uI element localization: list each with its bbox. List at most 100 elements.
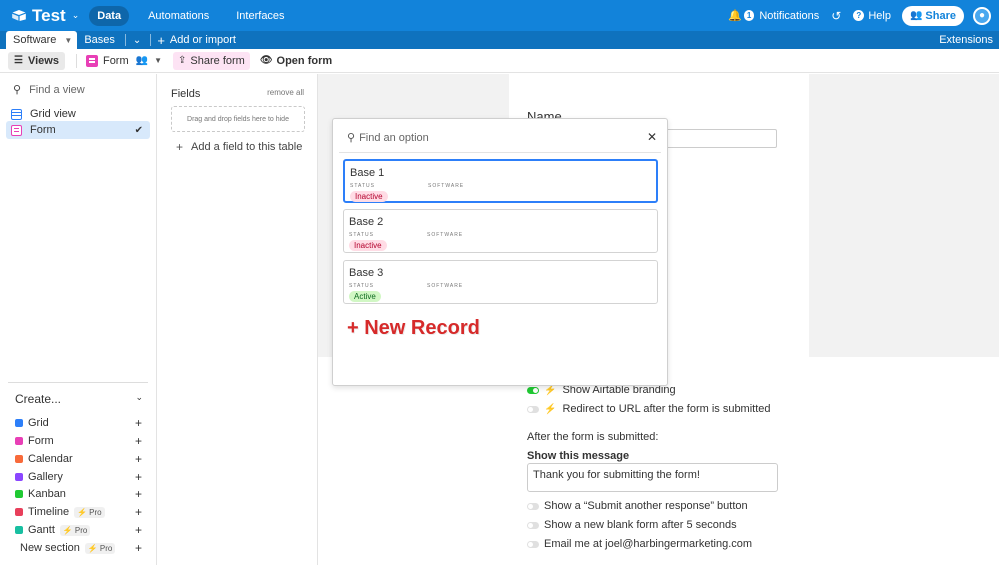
- open-form-button[interactable]: 👁 Open form: [260, 55, 332, 67]
- tab-bases[interactable]: Bases: [77, 31, 122, 49]
- redirect-url-option[interactable]: ⚡ Redirect to URL after the form is subm…: [527, 403, 771, 415]
- new-record-button[interactable]: + New Record: [347, 317, 480, 340]
- hidden-fields-panel: Fields remove all Drag and drop fields h…: [158, 74, 318, 565]
- more-tables-chevron-icon[interactable]: ⌄: [133, 35, 141, 46]
- field-drop-zone[interactable]: Drag and drop fields here to hide: [171, 106, 305, 132]
- find-option-placeholder: Find an option: [359, 131, 429, 144]
- top-bar: Test ⌄ Data Automations Interfaces 🔔 1 N…: [0, 0, 999, 31]
- nav-interfaces[interactable]: Interfaces: [228, 6, 292, 26]
- sidebar-item-form[interactable]: Form ✔: [6, 121, 150, 139]
- software-field-label: SOFTWARE: [427, 283, 464, 289]
- divider: [8, 382, 148, 383]
- current-view-name[interactable]: Form 👥 ▼: [85, 54, 162, 67]
- blank-form-toggle[interactable]: [527, 521, 539, 529]
- show-message-label: Show this message: [527, 450, 630, 462]
- option-label: Show a new blank form after 5 seconds: [544, 519, 737, 531]
- eye-icon: 👁: [259, 55, 273, 66]
- plus-icon: +: [134, 470, 142, 484]
- add-or-import-button[interactable]: + Add or import: [157, 33, 236, 48]
- share-label: Share: [925, 9, 956, 22]
- form-view-icon: [11, 124, 22, 136]
- form-icon: [15, 437, 23, 445]
- add-or-import-label: Add or import: [169, 34, 236, 46]
- chevron-down-icon[interactable]: ▼: [64, 36, 72, 45]
- create-item-label: Kanban: [28, 488, 66, 500]
- email-me-toggle[interactable]: [527, 540, 539, 548]
- plus-icon: +: [134, 541, 142, 555]
- submit-another-option[interactable]: Show a “Submit another response” button: [527, 500, 748, 512]
- record-picker-dropdown: ⚲ Find an option ✕ Base 1 STATUS SOFTWAR…: [332, 118, 668, 386]
- extensions-button[interactable]: Extensions: [939, 34, 993, 46]
- tab-software[interactable]: Software ▼: [6, 31, 78, 49]
- create-item-label: Form: [28, 435, 54, 447]
- create-gantt-button[interactable]: Gantt ⚡ Pro +: [15, 523, 142, 537]
- software-field-label: SOFTWARE: [427, 232, 464, 238]
- remove-all-link[interactable]: remove all: [267, 88, 304, 97]
- views-toggle-button[interactable]: ☰ Views: [8, 51, 65, 70]
- chevron-down-icon[interactable]: ▼: [154, 56, 162, 65]
- gantt-icon: [15, 526, 23, 534]
- email-me-option[interactable]: Email me at joel@harbingermarketing.com: [527, 538, 752, 550]
- timeline-icon: [15, 508, 23, 516]
- notifications-button[interactable]: 🔔 1 Notifications: [728, 9, 820, 23]
- status-badge: Active: [349, 291, 381, 302]
- record-option[interactable]: Base 2 STATUS SOFTWARE Inactive: [343, 209, 658, 253]
- drop-zone-hint: Drag and drop fields here to hide: [187, 115, 289, 123]
- gallery-icon: [15, 473, 23, 481]
- find-option-input[interactable]: ⚲ Find an option: [347, 131, 429, 145]
- views-label: Views: [27, 54, 59, 67]
- create-label: Create...: [15, 392, 62, 406]
- help-button[interactable]: ? Help: [853, 10, 891, 22]
- create-timeline-button[interactable]: Timeline ⚡ Pro +: [15, 505, 142, 519]
- record-option[interactable]: Base 1 STATUS SOFTWARE Inactive: [343, 159, 658, 203]
- chevron-down-icon[interactable]: ⌄: [72, 10, 80, 21]
- add-field-button[interactable]: + Add a field to this table: [176, 140, 302, 154]
- share-icon: ⇪: [178, 55, 187, 66]
- divider: [339, 152, 661, 153]
- pro-badge-label: Pro: [99, 543, 113, 553]
- nav-data[interactable]: Data: [89, 5, 130, 26]
- after-submit-heading: After the form is submitted:: [527, 431, 659, 443]
- nav-automations[interactable]: Automations: [140, 6, 217, 26]
- create-calendar-button[interactable]: Calendar +: [15, 452, 142, 466]
- redirect-toggle[interactable]: [527, 405, 539, 413]
- tab-software-label: Software: [13, 34, 57, 46]
- history-icon[interactable]: ↺: [831, 9, 841, 23]
- open-form-label: Open form: [276, 54, 333, 67]
- notifications-label: Notifications: [759, 9, 820, 22]
- airtable-logo-icon[interactable]: [12, 10, 26, 21]
- record-option[interactable]: Base 3 STATUS SOFTWARE Active: [343, 260, 658, 304]
- share-form-button[interactable]: ⇪ Share form: [173, 51, 250, 70]
- bell-icon: 🔔: [728, 10, 742, 22]
- branding-toggle[interactable]: [527, 386, 539, 394]
- create-form-button[interactable]: Form +: [15, 434, 142, 448]
- avatar[interactable]: ●: [973, 6, 991, 25]
- create-new-section-button[interactable]: New section ⚡ Pro +: [20, 541, 142, 555]
- create-grid-button[interactable]: Grid +: [15, 416, 142, 430]
- chevron-down-icon[interactable]: ⌄: [135, 392, 143, 406]
- tab-divider: [124, 34, 126, 46]
- create-kanban-button[interactable]: Kanban +: [15, 487, 142, 501]
- submit-another-toggle[interactable]: [527, 502, 539, 510]
- blank-form-option[interactable]: Show a new blank form after 5 seconds: [527, 519, 737, 531]
- current-view-label: Form: [102, 54, 129, 67]
- pro-badge-label: Pro: [74, 525, 88, 535]
- plus-icon: +: [134, 416, 142, 430]
- create-item-label: Gantt: [28, 524, 55, 536]
- plus-icon: +: [176, 140, 184, 154]
- grid-icon: [15, 419, 23, 427]
- find-view-input[interactable]: ⚲ Find a view: [13, 83, 85, 97]
- status-badge: Inactive: [350, 191, 388, 202]
- share-button[interactable]: 👥 Share: [901, 5, 964, 26]
- new-section-label: New section: [20, 542, 80, 554]
- status-field-label: STATUS: [350, 183, 375, 189]
- close-icon[interactable]: ✕: [647, 130, 657, 144]
- confirmation-message-input[interactable]: Thank you for submitting the form!: [527, 463, 778, 492]
- people-icon: 👥: [909, 10, 923, 21]
- base-name[interactable]: Test: [32, 6, 66, 26]
- create-gallery-button[interactable]: Gallery +: [15, 470, 142, 484]
- create-section-header[interactable]: Create... ⌄: [15, 392, 143, 406]
- create-item-label: Grid: [28, 417, 49, 429]
- sparkle-icon: ⚡: [77, 507, 88, 517]
- name-field-input[interactable]: [660, 129, 777, 148]
